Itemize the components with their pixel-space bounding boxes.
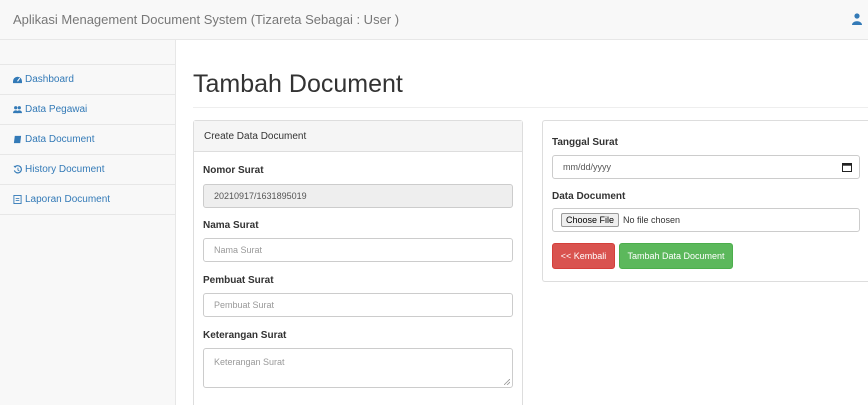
top-navbar: Aplikasi Menagement Document System (Tiz… (0, 0, 868, 40)
pembuat-surat-input[interactable]: Pembuat Surat (203, 293, 513, 317)
nomor-surat-value: 20210917/1631895019 (214, 191, 307, 201)
back-button-label: << Kembali (560, 251, 607, 261)
resize-handle-icon[interactable] (504, 379, 510, 385)
book-icon (13, 135, 22, 144)
calendar-icon[interactable] (842, 162, 852, 172)
choose-file-button[interactable]: Choose File (561, 213, 620, 227)
report-icon (13, 195, 22, 204)
keterangan-surat-placeholder: Keterangan Surat (214, 357, 285, 367)
tanggal-surat-date-input[interactable]: mm/dd/yyyy (552, 155, 860, 179)
sidebar-spacer (0, 40, 176, 65)
dashboard-icon (13, 76, 22, 84)
page-title: Tambah Document (193, 70, 403, 98)
sidebar-item-label: Data Document (25, 134, 95, 145)
sidebar-item-dashboard[interactable]: Dashboard (0, 65, 176, 95)
sidebar-item-label: Data Pegawai (25, 104, 88, 115)
add-document-button[interactable]: Tambah Data Document (619, 243, 733, 269)
users-icon (13, 106, 22, 114)
nama-surat-label: Nama Surat (203, 220, 259, 231)
file-status-text: No file chosen (623, 215, 681, 225)
nomor-surat-label: Nomor Surat (203, 165, 264, 176)
pembuat-surat-placeholder: Pembuat Surat (214, 300, 275, 310)
data-document-label: Data Document (552, 191, 626, 202)
tanggal-surat-label: Tanggal Surat (552, 137, 618, 148)
sidebar-item-data-document[interactable]: Data Document (0, 125, 176, 155)
sidebar-item-laporan-document[interactable]: Laporan Document (0, 185, 176, 215)
history-icon (13, 165, 22, 174)
back-button[interactable]: << Kembali (552, 243, 615, 269)
add-document-button-label: Tambah Data Document (627, 251, 725, 261)
sidebar-item-label: Laporan Document (25, 194, 111, 205)
nama-surat-placeholder: Nama Surat (214, 245, 263, 255)
panel-heading: Create Data Document (194, 121, 522, 152)
pembuat-surat-label: Pembuat Surat (203, 275, 274, 286)
user-icon[interactable] (852, 13, 862, 25)
data-document-file-input[interactable]: Choose File No file chosen (552, 208, 860, 232)
sidebar-item-history-document[interactable]: History Document (0, 155, 176, 185)
nama-surat-input[interactable]: Nama Surat (203, 238, 513, 262)
keterangan-surat-textarea[interactable]: Keterangan Surat (203, 348, 513, 388)
keterangan-surat-label: Keterangan Surat (203, 330, 287, 341)
title-divider (193, 107, 868, 108)
sidebar-item-label: Dashboard (25, 74, 74, 85)
app-brand[interactable]: Aplikasi Menagement Document System (Tiz… (13, 12, 399, 27)
sidebar: Dashboard Data Pegawai Data Document His… (0, 40, 176, 405)
sidebar-item-data-pegawai[interactable]: Data Pegawai (0, 95, 176, 125)
nomor-surat-field[interactable]: 20210917/1631895019 (203, 184, 513, 208)
tanggal-surat-placeholder: mm/dd/yyyy (563, 162, 612, 172)
sidebar-item-label: History Document (25, 164, 105, 175)
